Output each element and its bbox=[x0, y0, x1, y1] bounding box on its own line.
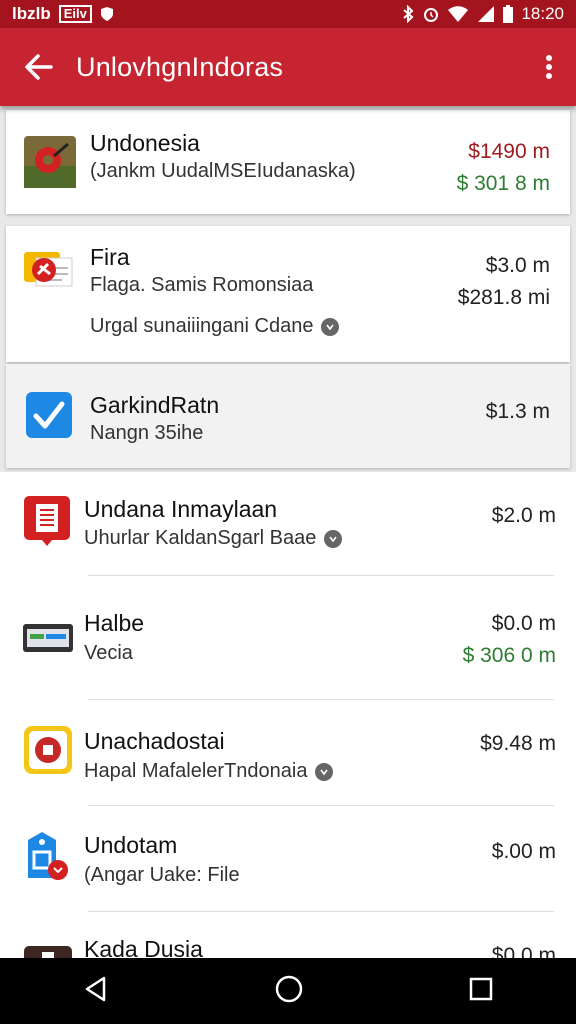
document-icon bbox=[24, 496, 70, 546]
bluetooth-icon bbox=[403, 5, 414, 23]
item-name: GarkindRatn bbox=[90, 392, 220, 418]
shield-icon bbox=[100, 7, 113, 21]
status-bar: lbzlb Eilv 18:20 bbox=[0, 0, 576, 28]
item-price: $0.0 m bbox=[491, 944, 556, 958]
triangle-back-icon bbox=[85, 976, 106, 1001]
item-name: Fira bbox=[90, 244, 130, 270]
item-name: Kada Dusia bbox=[84, 936, 203, 958]
item-price: $2.0 m bbox=[491, 504, 556, 527]
chevron-down-icon[interactable] bbox=[324, 529, 343, 548]
item-subtitle: Nangn 35ihe bbox=[90, 422, 204, 444]
item-price: $3.0 m bbox=[485, 254, 550, 277]
item-price: $1490 m bbox=[468, 140, 550, 163]
item-price: $1.3 m bbox=[485, 400, 550, 423]
item-subtitle: Vecia bbox=[84, 642, 133, 664]
item-note: Urgal sunaiiingani Cdane bbox=[90, 315, 340, 338]
list-item[interactable]: Halbe Vecia $0.0 m $ 306 0 m bbox=[0, 576, 576, 700]
status-left-text: lbzlb bbox=[12, 4, 51, 23]
item-name: Halbe bbox=[84, 610, 145, 636]
back-button[interactable] bbox=[0, 53, 76, 81]
status-time: 18:20 bbox=[521, 4, 564, 23]
navigation-bar bbox=[0, 958, 576, 1024]
battery-icon bbox=[503, 5, 514, 23]
item-name: Undonesia bbox=[90, 130, 200, 156]
home-nav-button[interactable] bbox=[274, 974, 304, 1009]
item-price-secondary: $ 301 8 m bbox=[456, 172, 550, 195]
item-subtitle-text: Uhurlar KaldanSgarl Baae bbox=[84, 527, 317, 549]
page-title: UnlovhgnIndoras bbox=[76, 51, 284, 82]
list-item[interactable]: Kada Dusia $0.0 m bbox=[0, 912, 576, 958]
overflow-menu-button[interactable] bbox=[522, 54, 576, 80]
list-item[interactable]: Undana Inmaylaan Uhurlar KaldanSgarl Baa… bbox=[0, 472, 576, 576]
wallet-icon bbox=[23, 624, 73, 652]
chevron-down-icon[interactable] bbox=[315, 762, 334, 781]
home-circle-icon bbox=[275, 975, 303, 1002]
bag-icon bbox=[28, 832, 68, 880]
item-name: Unachadostai bbox=[84, 728, 225, 754]
item-subtitle: Uhurlar KaldanSgarl Baae bbox=[84, 527, 343, 550]
item-price: $.00 m bbox=[491, 840, 556, 863]
item-name: Undana Inmaylaan bbox=[84, 496, 278, 522]
briefcase-icon bbox=[24, 946, 72, 958]
list-item[interactable]: Undonesia (Jankm UudalMSEIudanaska) $149… bbox=[6, 110, 570, 214]
item-price-secondary: $ 306 0 m bbox=[462, 644, 556, 667]
list-item[interactable]: Undotam (Angar Uake: File $.00 m bbox=[0, 806, 576, 912]
recents-nav-button[interactable] bbox=[468, 976, 494, 1007]
list-item[interactable]: Unachadostai Hapal MafalelerTndonaia $9.… bbox=[0, 700, 576, 806]
gift-icon bbox=[24, 726, 72, 774]
alarm-icon bbox=[424, 8, 439, 22]
folder-badge-icon bbox=[24, 252, 73, 287]
item-subtitle: Hapal MafalelerTndonaia bbox=[84, 760, 334, 783]
list-item[interactable]: Fira Flaga. Samis Romonsiaa Urgal sunaii… bbox=[6, 226, 570, 362]
recents-square-icon bbox=[469, 977, 493, 1000]
back-nav-button[interactable] bbox=[82, 975, 110, 1008]
item-price-secondary: $281.8 mi bbox=[457, 286, 550, 309]
item-price: $9.48 m bbox=[480, 732, 556, 755]
item-list: Undonesia (Jankm UudalMSEIudanaska) $149… bbox=[0, 106, 576, 958]
item-subtitle-text: Hapal MafalelerTndonaia bbox=[84, 760, 308, 782]
map-pin-icon bbox=[24, 136, 76, 188]
status-box-text: Eilv bbox=[58, 5, 92, 23]
signal-icon bbox=[478, 6, 495, 22]
checkbox-icon[interactable] bbox=[24, 390, 76, 442]
list-item-selected[interactable]: GarkindRatn Nangn 35ihe $1.3 m bbox=[6, 364, 570, 468]
chevron-down-icon[interactable] bbox=[321, 317, 340, 336]
item-price: $0.0 m bbox=[491, 612, 556, 635]
item-name: Undotam bbox=[84, 832, 178, 858]
item-subtitle: (Angar Uake: File bbox=[84, 864, 240, 886]
item-note-text: Urgal sunaiiingani Cdane bbox=[90, 315, 314, 337]
arrow-back-icon bbox=[25, 54, 53, 80]
item-subtitle: (Jankm UudalMSEIudanaska) bbox=[90, 160, 356, 182]
wifi-icon bbox=[448, 6, 469, 22]
more-vert-icon bbox=[546, 55, 552, 79]
item-subtitle: Flaga. Samis Romonsiaa bbox=[90, 274, 314, 296]
app-bar: UnlovhgnIndoras bbox=[0, 28, 576, 106]
